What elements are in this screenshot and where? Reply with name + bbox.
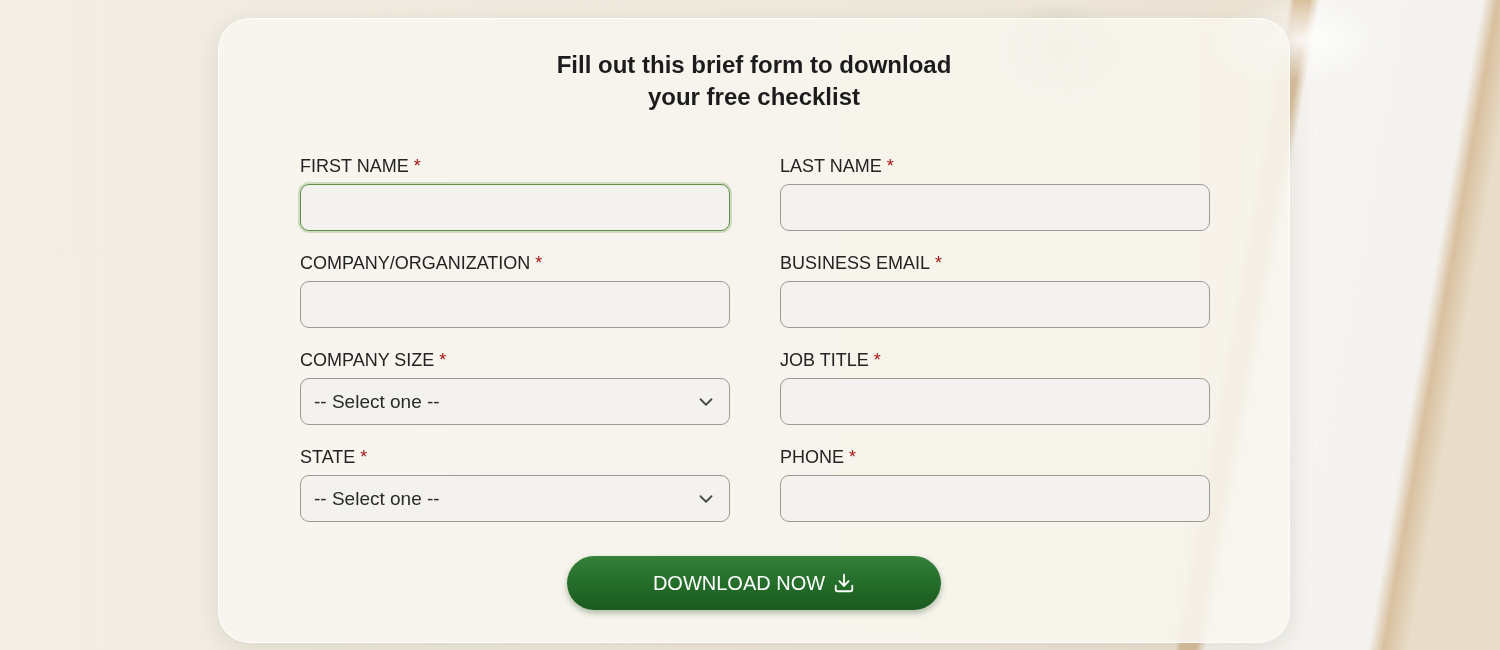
- form-field: COMPANY SIZE* -- Select one --: [300, 349, 730, 425]
- select-placeholder: -- Select one --: [314, 488, 440, 510]
- form-field: LAST NAME*: [780, 155, 1210, 231]
- download-icon: [833, 572, 855, 594]
- required-mark: *: [439, 350, 446, 370]
- page: Fill out this brief form to downloadyour…: [0, 0, 1500, 650]
- download-button[interactable]: DOWNLOAD NOW: [567, 556, 941, 610]
- form-field: FIRST NAME*: [300, 155, 730, 231]
- form-field: JOB TITLE*: [780, 349, 1210, 425]
- required-mark: *: [535, 253, 542, 273]
- text-input[interactable]: [780, 378, 1210, 425]
- field-label: COMPANY SIZE*: [300, 349, 730, 371]
- form-field: BUSINESS EMAIL*: [780, 252, 1210, 328]
- select-placeholder: -- Select one --: [314, 391, 440, 413]
- field-label: JOB TITLE*: [780, 349, 1210, 371]
- title-line: your free checklist: [557, 81, 952, 113]
- form-field: COMPANY/ORGANIZATION*: [300, 252, 730, 328]
- field-label: LAST NAME*: [780, 155, 1210, 177]
- required-mark: *: [874, 350, 881, 370]
- field-label: PHONE*: [780, 446, 1210, 468]
- field-label: BUSINESS EMAIL*: [780, 252, 1210, 274]
- text-input[interactable]: [780, 184, 1210, 231]
- select-field[interactable]: -- Select one --: [300, 378, 730, 425]
- form-card: Fill out this brief form to downloadyour…: [218, 18, 1290, 643]
- text-input[interactable]: [300, 281, 730, 328]
- chevron-down-icon: [695, 488, 717, 510]
- field-label: FIRST NAME*: [300, 155, 730, 177]
- required-mark: *: [887, 156, 894, 176]
- required-mark: *: [360, 447, 367, 467]
- select-field[interactable]: -- Select one --: [300, 475, 730, 522]
- form-field: STATE* -- Select one --: [300, 446, 730, 522]
- field-label: STATE*: [300, 446, 730, 468]
- chevron-down-icon: [695, 391, 717, 413]
- form-field: PHONE*: [780, 446, 1210, 522]
- field-label: COMPANY/ORGANIZATION*: [300, 252, 730, 274]
- title-line: Fill out this brief form to download: [557, 49, 952, 81]
- form-grid: FIRST NAME* LAST NAME* COMPANY/ORGANIZATIO…: [300, 155, 1208, 522]
- required-mark: *: [935, 253, 942, 273]
- required-mark: *: [414, 156, 421, 176]
- text-input[interactable]: [780, 475, 1210, 522]
- form-title: Fill out this brief form to downloadyour…: [557, 49, 952, 113]
- text-input[interactable]: [780, 281, 1210, 328]
- required-mark: *: [849, 447, 856, 467]
- text-input[interactable]: [300, 184, 730, 231]
